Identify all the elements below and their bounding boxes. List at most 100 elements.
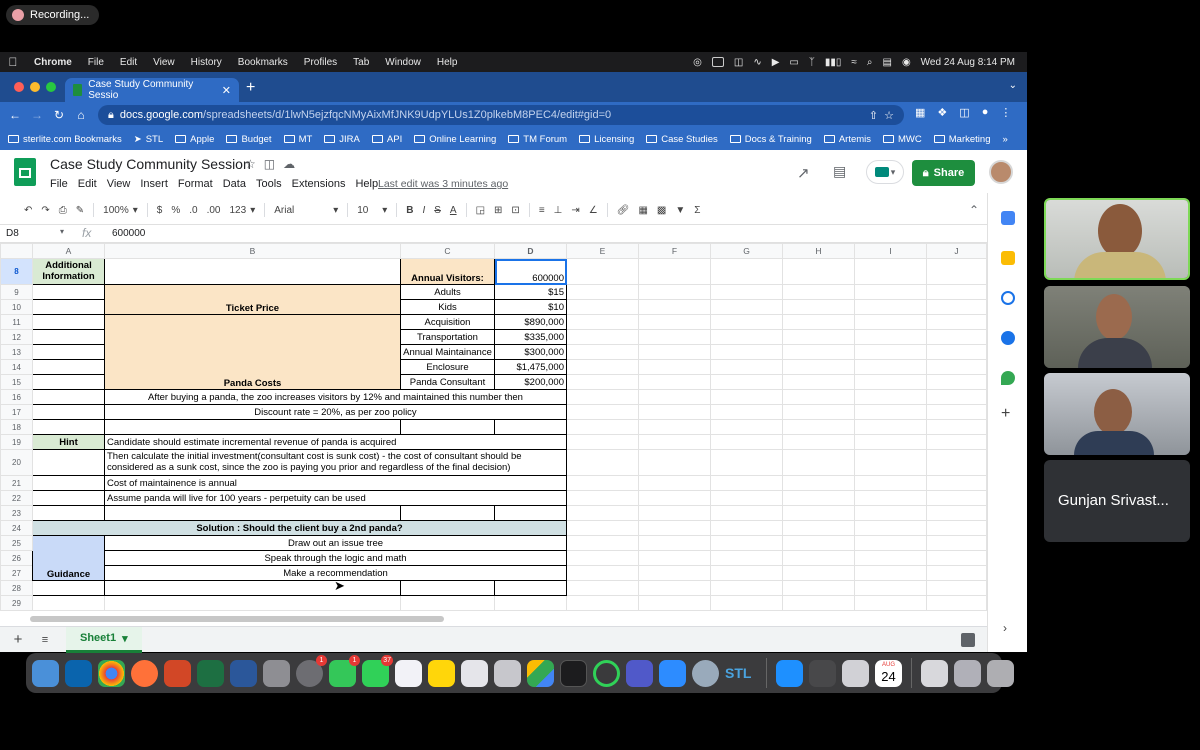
cell[interactable] [566,389,639,405]
cell-c13[interactable]: Annual Maintainance [400,344,495,360]
cell[interactable] [32,580,105,596]
italic-icon[interactable]: I [422,205,425,216]
bookmark-item[interactable]: Marketing [933,134,990,145]
forward-icon[interactable]: → [26,108,48,122]
cell-d14[interactable]: $1,475,000 [494,359,567,375]
borders-icon[interactable]: ⊞ [494,205,502,216]
browser-tab[interactable]: Case Study Community Sessio ✕ [65,78,239,102]
printer-icon[interactable] [842,659,869,687]
cell[interactable] [926,284,987,300]
cell[interactable] [710,505,783,521]
bookmark-item[interactable]: Docs & Training [729,134,812,145]
cell-c12[interactable]: Transportation [400,329,495,345]
sheets-menu-tools[interactable]: Tools [256,178,282,190]
sidebar-icon[interactable]: ◫ [959,106,969,119]
cell[interactable] [566,284,639,300]
tasks-icon[interactable] [1001,291,1015,305]
cell[interactable] [638,329,711,345]
cell-c14[interactable]: Enclosure [400,359,495,375]
cell[interactable] [566,258,639,285]
print-icon[interactable]: ⎙ [59,205,67,216]
add-sheet-button[interactable]: + [0,631,36,648]
omnibox[interactable]: 🔒︎ docs.google.com/spreadsheets/d/1lwN5e… [98,105,904,125]
cell[interactable] [566,374,639,390]
cell[interactable] [32,595,105,611]
bluetooth-icon[interactable]: ᛉ [809,57,815,68]
cell[interactable] [782,258,855,285]
cell-a8[interactable]: Additional Information [32,258,105,285]
cell-c15[interactable]: Panda Consultant [400,374,495,390]
cell[interactable] [32,475,105,491]
account-avatar[interactable] [989,160,1013,184]
cell[interactable] [854,314,927,330]
cell[interactable] [104,419,401,435]
cell[interactable] [566,520,639,536]
cell[interactable] [32,314,105,330]
cell-b15[interactable]: Panda Costs [104,314,401,390]
vertical-align-icon[interactable]: ⊥ [554,205,563,216]
cell[interactable] [400,505,495,521]
participant-video-tile[interactable] [1044,373,1190,455]
column-header[interactable]: C [400,243,495,259]
bookmark-item[interactable]: Online Learning [414,134,496,145]
cell[interactable] [926,374,987,390]
launchpad-icon[interactable] [263,659,290,687]
cell[interactable] [926,389,987,405]
cell[interactable] [926,505,987,521]
bookmark-item[interactable]: Case Studies [646,134,718,145]
cell[interactable] [566,490,639,506]
cell[interactable] [32,449,105,476]
filter-icon[interactable]: ▼ [675,205,685,216]
mail-icon[interactable] [776,659,803,687]
insert-chart-icon[interactable]: ▩ [657,205,666,216]
cell[interactable] [854,258,927,285]
outlook-icon[interactable] [65,659,92,687]
window-minimize-button[interactable] [30,82,40,92]
cell[interactable] [566,344,639,360]
all-sheets-icon[interactable]: ≡ [36,634,54,646]
cell[interactable] [782,329,855,345]
cell[interactable] [638,404,711,420]
cell[interactable] [782,359,855,375]
cell[interactable] [854,329,927,345]
contacts-icon[interactable] [1001,331,1015,345]
cell[interactable] [854,475,927,491]
cell[interactable] [854,520,927,536]
cell[interactable] [710,299,783,315]
row-header[interactable]: 28 [0,580,33,596]
bookmark-item[interactable]: Budget [226,134,272,145]
cell[interactable] [638,284,711,300]
cell[interactable] [782,580,855,596]
cell[interactable] [638,580,711,596]
cell[interactable] [854,404,927,420]
sheets-logo-icon[interactable] [14,158,36,186]
cell[interactable] [566,434,639,450]
tab-search-icon[interactable]: ⌄ [1009,80,1017,91]
cell[interactable] [926,550,987,566]
cell[interactable] [854,565,927,581]
cell[interactable] [638,565,711,581]
more-formats-select[interactable]: 123 ▾ [230,205,256,216]
back-icon[interactable]: ← [4,108,26,122]
text-wrapping-icon[interactable]: ⇥ [571,205,579,216]
apple-icon[interactable]:  [0,55,26,69]
redo-icon[interactable]: ↷ [41,205,49,216]
finder-icon[interactable] [32,659,59,687]
column-header[interactable]: J [926,243,987,259]
cell-b26[interactable]: Speak through the logic and math [104,550,567,566]
cell[interactable] [926,434,987,450]
keep-icon[interactable] [1001,251,1015,265]
participant-video-tile[interactable] [1044,286,1190,368]
font-select[interactable]: Arial ▾ [274,205,338,216]
activity-icon[interactable] [593,659,620,687]
cell[interactable] [566,565,639,581]
cell[interactable] [782,344,855,360]
row-header[interactable]: 23 [0,505,33,521]
column-header[interactable]: A [32,243,105,259]
menu-file[interactable]: File [80,57,112,68]
zoom-icon[interactable] [659,659,686,687]
merge-cells-icon[interactable]: ⊡ [511,205,519,216]
cell[interactable] [782,550,855,566]
cell[interactable] [104,595,401,611]
cell-d9[interactable]: $15 [494,284,567,300]
